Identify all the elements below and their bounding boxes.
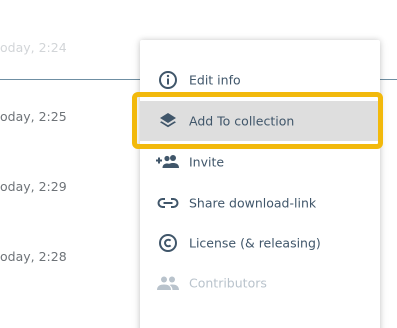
screen: oday, 2:24 oday, 2:25 oday, 2:29 oday, 2… (0, 0, 397, 328)
list-item-time: oday, 2:28 (0, 249, 67, 264)
menu-item-label: Add To collection (189, 113, 295, 129)
info-circle-icon (156, 69, 180, 91)
list-item-time: oday, 2:25 (0, 109, 67, 124)
menu-item-label: Invite (189, 154, 225, 170)
copyright-icon (156, 232, 180, 254)
list-item-time: oday, 2:24 (0, 40, 67, 55)
layers-icon (156, 110, 180, 132)
people-icon (156, 272, 180, 294)
link-icon (156, 192, 180, 214)
menu-item-label: Contributors (189, 275, 267, 291)
menu-item-license[interactable]: License (& releasing) (140, 223, 380, 263)
context-menu: Edit info Add To collection Invite Share… (140, 40, 380, 328)
menu-item-share-download-link[interactable]: Share download-link (140, 183, 380, 223)
menu-item-contributors[interactable]: Contributors (140, 263, 380, 303)
list-item-time: oday, 2:29 (0, 179, 67, 194)
menu-item-invite[interactable]: Invite (140, 142, 380, 182)
add-people-icon (156, 151, 180, 173)
menu-item-label: Edit info (189, 72, 241, 88)
menu-item-label: License (& releasing) (189, 235, 321, 251)
menu-item-label: Share download-link (189, 195, 317, 211)
menu-item-edit-info[interactable]: Edit info (140, 60, 380, 100)
menu-item-add-to-collection[interactable]: Add To collection (140, 101, 380, 141)
